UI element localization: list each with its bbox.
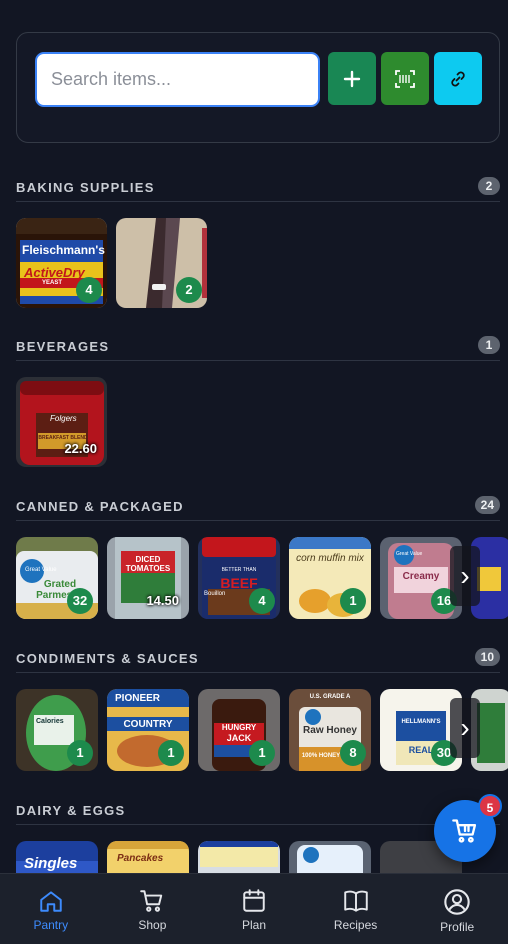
section-count-badge: 1 bbox=[478, 336, 500, 354]
section-canned-packaged: CANNED & PACKAGED 24 Great Value Grated … bbox=[16, 496, 508, 619]
link-button[interactable] bbox=[434, 52, 482, 105]
item-thumbnail[interactable]: BETTER THAN BEEF Bouillon 4 bbox=[198, 537, 280, 619]
section-count-badge: 10 bbox=[474, 648, 500, 666]
item-thumbnail[interactable]: DICED TOMATOES 14.50 bbox=[107, 537, 189, 619]
item-brand: Great Value bbox=[25, 567, 57, 573]
item-thumbnail[interactable]: Fleischmann's ActiveDry YEAST 4 bbox=[16, 218, 107, 308]
item-thumbnail[interactable]: Great Value Grated Parmesan 32 bbox=[16, 537, 98, 619]
item-label: COUNTRY bbox=[123, 719, 173, 730]
item-thumbnail[interactable]: U.S. GRADE A Raw Honey 100% HONEY 8 bbox=[289, 689, 371, 771]
home-icon bbox=[40, 891, 62, 912]
section-title: BAKING SUPPLIES bbox=[16, 180, 155, 195]
link-icon bbox=[451, 71, 465, 86]
item-brand: HUNGRY bbox=[221, 723, 257, 732]
item-label: Creamy bbox=[402, 571, 440, 582]
section-baking-supplies: BAKING SUPPLIES 2 Fleischmann's ActiveDr… bbox=[16, 177, 500, 308]
section-title: DAIRY & EGGS bbox=[16, 803, 126, 818]
nav-item-pantry[interactable]: Pantry bbox=[0, 874, 102, 944]
item-brand: PIONEER bbox=[115, 693, 161, 704]
pantry-page: BAKING SUPPLIES 2 Fleischmann's ActiveDr… bbox=[0, 0, 508, 944]
search-input[interactable] bbox=[35, 52, 320, 107]
section-header: CANNED & PACKAGED 24 bbox=[16, 496, 500, 521]
user-circle-icon bbox=[444, 889, 470, 915]
item-thumbnail[interactable]: Folgers BREAKFAST BLEND 22.60 bbox=[16, 377, 107, 467]
section-dairy-eggs: DAIRY & EGGS Singles Pancakes bbox=[16, 803, 500, 923]
item-thumbnail[interactable]: PIONEER COUNTRY 1 bbox=[107, 689, 189, 771]
floating-cart-button[interactable]: 5 bbox=[434, 794, 502, 862]
item-brand: Great Value bbox=[396, 551, 423, 557]
section-count-badge: 24 bbox=[474, 496, 500, 514]
item-thumbnail[interactable]: 2 bbox=[116, 218, 207, 308]
nav-label: Recipes bbox=[333, 918, 378, 932]
item-label: DICED TOMATOES bbox=[125, 555, 171, 573]
item-thumbnail[interactable]: corn muffin mix 1 bbox=[289, 537, 371, 619]
bottom-nav: Pantry Shop Plan Recipes Profile bbox=[0, 873, 508, 944]
item-brand: U.S. GRADE A bbox=[309, 694, 351, 700]
cart-count-badge: 5 bbox=[478, 794, 502, 818]
cart-icon bbox=[140, 890, 163, 912]
chevron-right-icon[interactable]: › bbox=[450, 546, 480, 606]
item-brand: Folgers bbox=[50, 414, 77, 423]
section-header: CONDIMENTS & SAUCES 10 bbox=[16, 648, 500, 673]
quantity-badge: 1 bbox=[340, 588, 366, 614]
item-row: Great Value Grated Parmesan 32 DICED TOM… bbox=[16, 537, 508, 619]
item-sublabel: YEAST bbox=[42, 280, 63, 286]
nav-item-profile[interactable]: Profile bbox=[406, 874, 508, 944]
quantity-badge: 1 bbox=[249, 740, 275, 766]
item-label: Singles bbox=[24, 855, 78, 872]
section-header: DAIRY & EGGS bbox=[16, 803, 500, 825]
item-row: Calories 1 PIONEER COUNTRY 1 HUNGRY JACK… bbox=[16, 689, 508, 771]
quantity-badge: 8 bbox=[340, 740, 366, 766]
chevron-right-icon[interactable]: › bbox=[450, 698, 480, 758]
item-label: Calories bbox=[36, 718, 64, 725]
item-thumbnail[interactable]: HUNGRY JACK 1 bbox=[198, 689, 280, 771]
item-row: Folgers BREAKFAST BLEND 22.60 bbox=[16, 377, 107, 467]
nav-label: Shop bbox=[138, 918, 167, 932]
nav-label: Plan bbox=[241, 918, 266, 932]
item-sublabel: Bouillon bbox=[204, 591, 226, 597]
quantity-badge: 1 bbox=[67, 740, 93, 766]
item-sublabel: 100% HONEY bbox=[301, 753, 341, 759]
item-label: Pancakes bbox=[117, 853, 164, 864]
item-label: corn muffin mix bbox=[296, 553, 364, 564]
quantity-badge: 2 bbox=[176, 277, 202, 303]
section-title: CONDIMENTS & SAUCES bbox=[16, 651, 199, 666]
quantity-badge: 1 bbox=[158, 740, 184, 766]
barcode-scan-icon bbox=[395, 69, 415, 88]
item-brand: Fleischmann's bbox=[22, 243, 105, 257]
section-title: CANNED & PACKAGED bbox=[16, 499, 184, 514]
section-header: BAKING SUPPLIES 2 bbox=[16, 177, 500, 202]
section-title: BEVERAGES bbox=[16, 339, 110, 354]
section-count-badge: 2 bbox=[478, 177, 500, 195]
calendar-icon bbox=[243, 889, 265, 912]
item-brand: BETTER THAN bbox=[221, 567, 257, 573]
scan-barcode-button[interactable] bbox=[381, 52, 429, 105]
quantity-badge: 14.50 bbox=[146, 593, 179, 608]
nav-label: Profile bbox=[440, 920, 475, 934]
item-brand: HELLMANN'S bbox=[401, 719, 441, 725]
item-thumbnail[interactable]: Calories 1 bbox=[16, 689, 98, 771]
book-icon bbox=[343, 890, 368, 912]
section-header: BEVERAGES 1 bbox=[16, 336, 500, 361]
search-card bbox=[16, 32, 500, 143]
item-row: Fleischmann's ActiveDry YEAST 4 2 bbox=[16, 218, 207, 308]
nav-label: Pantry bbox=[33, 918, 69, 932]
quantity-badge: 4 bbox=[249, 588, 275, 614]
section-condiments-sauces: CONDIMENTS & SAUCES 10 Calories 1 PIONEE… bbox=[16, 648, 508, 771]
quantity-badge: 4 bbox=[76, 277, 102, 303]
cart-icon bbox=[452, 819, 477, 843]
plus-icon bbox=[343, 70, 361, 87]
section-beverages: BEVERAGES 1 Folgers BREAKFAST BLEND 22.6… bbox=[16, 336, 500, 467]
nav-item-recipes[interactable]: Recipes bbox=[305, 874, 407, 944]
nav-item-shop[interactable]: Shop bbox=[102, 874, 204, 944]
add-item-button[interactable] bbox=[328, 52, 376, 105]
nav-item-plan[interactable]: Plan bbox=[203, 874, 305, 944]
quantity-badge: 32 bbox=[67, 588, 93, 614]
quantity-badge: 22.60 bbox=[64, 441, 97, 456]
item-label: Raw Honey bbox=[303, 725, 357, 736]
